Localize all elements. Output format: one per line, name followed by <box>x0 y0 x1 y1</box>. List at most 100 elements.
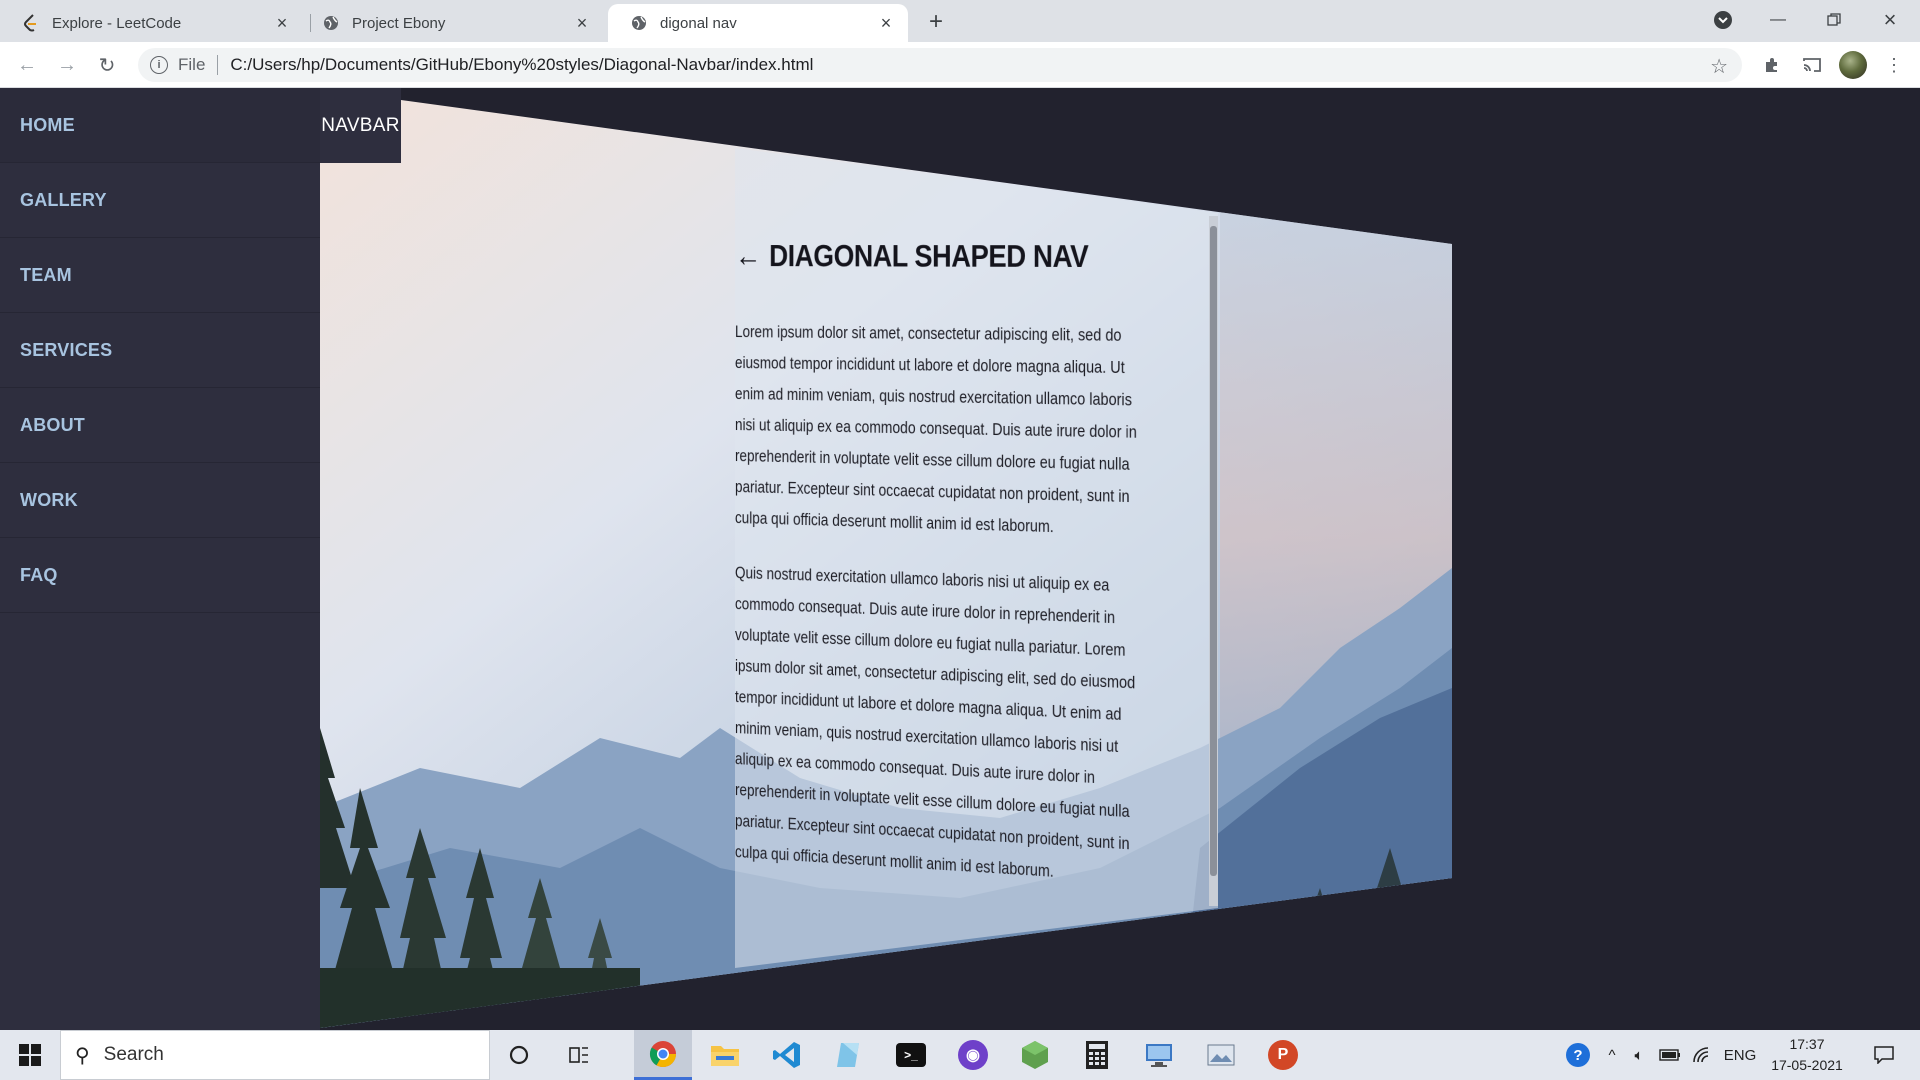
taskbar-vscode[interactable] <box>758 1030 816 1080</box>
nav-item-gallery[interactable]: GALLERY <box>0 163 320 238</box>
terminal-icon: >_ <box>896 1043 926 1067</box>
nodejs-hexagon-icon <box>1022 1041 1048 1069</box>
nav-item-faq[interactable]: FAQ <box>0 538 320 613</box>
close-tab-icon[interactable]: × <box>876 13 896 33</box>
taskbar-nodejs[interactable] <box>1006 1030 1064 1080</box>
minimize-icon: — <box>1770 11 1786 28</box>
url-text: C:/Users/hp/Documents/GitHub/Ebony%20sty… <box>230 55 814 74</box>
nav-item-work[interactable]: WORK <box>0 463 320 538</box>
address-toolbar: ← → ↻ i File C:/Users/hp/Documents/GitHu… <box>0 42 1920 88</box>
globe-icon <box>322 14 340 32</box>
reload-icon: ↻ <box>98 54 116 77</box>
taskbar-github-desktop[interactable]: ◉ <box>944 1030 1002 1080</box>
show-hidden-icons[interactable]: ^ <box>1600 1030 1624 1080</box>
url-scheme: File <box>178 55 206 74</box>
close-tab-icon[interactable]: × <box>572 13 592 33</box>
tab-title: digonal nav <box>660 14 737 32</box>
close-window-button[interactable]: × <box>1862 0 1918 40</box>
taskbar-chrome[interactable] <box>634 1030 692 1080</box>
cast-icon[interactable] <box>1798 51 1826 79</box>
clock-time: 17:37 <box>1789 1036 1825 1052</box>
chevron-up-icon: ^ <box>1608 1046 1616 1064</box>
clock-date: 17-05-2021 <box>1771 1057 1843 1073</box>
content-paragraph-1: Lorem ipsum dolor sit amet, consectetur … <box>735 322 1137 537</box>
cortana-button[interactable] <box>490 1030 548 1080</box>
globe-icon <box>630 14 648 32</box>
help-icon: ? <box>1566 1043 1590 1067</box>
close-tab-icon[interactable]: × <box>272 13 292 33</box>
chrome-icon <box>649 1040 677 1067</box>
taskbar-remote-desktop[interactable] <box>1130 1030 1188 1080</box>
notifications-button[interactable] <box>1864 1030 1904 1080</box>
reload-button[interactable]: ↻ <box>92 50 122 80</box>
arrow-right-icon: → <box>57 53 77 76</box>
leetcode-icon <box>22 14 40 32</box>
speaker-icon: 🔈︎ <box>1634 1046 1644 1064</box>
nav-item-about[interactable]: ABOUT <box>0 388 320 463</box>
windows-taskbar: ⚲ Search >_ ◉ P ? ^ 🔈︎ ENG 17:37 17-05-2… <box>0 1030 1920 1080</box>
new-tab-button[interactable]: + <box>922 8 950 36</box>
battery-tray[interactable] <box>1656 1030 1684 1080</box>
back-arrow-icon[interactable]: ← <box>735 238 761 274</box>
taskbar-calculator[interactable] <box>1068 1030 1126 1080</box>
folder-icon <box>711 1046 739 1066</box>
start-button[interactable] <box>0 1030 60 1080</box>
cortana-circle-icon <box>509 1045 529 1065</box>
restore-icon <box>1827 13 1841 26</box>
forward-button[interactable]: → <box>52 50 82 80</box>
taskbar-terminal[interactable]: >_ <box>882 1030 940 1080</box>
tab-title: Explore - LeetCode <box>52 14 182 32</box>
navbar-toggle[interactable]: NAVBAR <box>320 88 401 163</box>
help-tray-icon[interactable]: ? <box>1560 1030 1596 1080</box>
search-placeholder: Search <box>103 1044 164 1065</box>
network-tray[interactable] <box>1688 1030 1716 1080</box>
page-viewport: HOME GALLERY TEAM SERVICES ABOUT WORK FA… <box>0 88 1920 1030</box>
taskbar-file-explorer[interactable] <box>696 1030 754 1080</box>
taskbar-search-box[interactable]: ⚲ Search <box>60 1030 490 1080</box>
sidebar-nav: HOME GALLERY TEAM SERVICES ABOUT WORK FA… <box>0 88 320 1030</box>
menu-kebab-icon[interactable]: ⋮ <box>1880 51 1908 79</box>
browser-tab-strip: Explore - LeetCode × Project Ebony × dig… <box>0 0 1920 42</box>
volume-tray[interactable]: 🔈︎ <box>1626 1030 1652 1080</box>
info-icon[interactable]: i <box>150 56 168 74</box>
image-viewer-icon <box>1207 1044 1235 1066</box>
back-button[interactable]: ← <box>12 50 42 80</box>
taskbar-snipping-tool[interactable] <box>1192 1030 1250 1080</box>
url-divider <box>217 55 219 75</box>
monitor-icon <box>1146 1044 1172 1067</box>
language-indicator[interactable]: ENG <box>1720 1030 1760 1080</box>
wifi-icon <box>1693 1047 1709 1063</box>
nav-item-services[interactable]: SERVICES <box>0 313 320 388</box>
content-paragraph-2: Quis nostrud exercitation ullamco labori… <box>735 563 1136 881</box>
notification-icon <box>1874 1046 1894 1064</box>
tab-diagonal-nav[interactable]: digonal nav × <box>608 4 908 42</box>
taskbar-clock[interactable]: 17:37 17-05-2021 <box>1764 1034 1850 1076</box>
tab-project-ebony[interactable]: Project Ebony × <box>300 4 604 42</box>
profile-avatar[interactable] <box>1839 51 1867 79</box>
task-view-icon <box>569 1047 588 1063</box>
tab-leetcode[interactable]: Explore - LeetCode × <box>0 4 304 42</box>
taskbar-notes-app[interactable] <box>820 1030 878 1080</box>
content-panel: ← DIAGONAL SHAPED NAV Lorem ipsum dolor … <box>735 238 1234 899</box>
github-icon: ◉ <box>958 1040 988 1070</box>
chevron-down-icon <box>1714 11 1732 29</box>
arrow-left-icon: ← <box>17 53 37 76</box>
restore-button[interactable] <box>1806 0 1862 40</box>
tab-search-button[interactable] <box>1695 0 1751 40</box>
extensions-puzzle-icon[interactable] <box>1758 51 1786 79</box>
calculator-icon <box>1086 1041 1108 1069</box>
content-heading: ← DIAGONAL SHAPED NAV <box>735 238 1156 276</box>
taskbar-powerpoint[interactable]: P <box>1254 1030 1312 1080</box>
notepad-icon <box>837 1043 859 1067</box>
bookmark-star-icon[interactable]: ☆ <box>1710 54 1728 79</box>
task-view-button[interactable] <box>550 1030 608 1080</box>
minimize-button[interactable]: — <box>1750 0 1806 40</box>
close-icon: × <box>1883 7 1897 32</box>
nav-item-team[interactable]: TEAM <box>0 238 320 313</box>
tab-title: Project Ebony <box>352 14 446 32</box>
address-bar[interactable]: i File C:/Users/hp/Documents/GitHub/Ebon… <box>138 48 1742 82</box>
scrollbar-thumb[interactable] <box>1210 226 1217 876</box>
page-title: DIAGONAL SHAPED NAV <box>769 238 1089 275</box>
content-scrollbar[interactable] <box>1209 216 1218 906</box>
nav-item-home[interactable]: HOME <box>0 88 320 163</box>
